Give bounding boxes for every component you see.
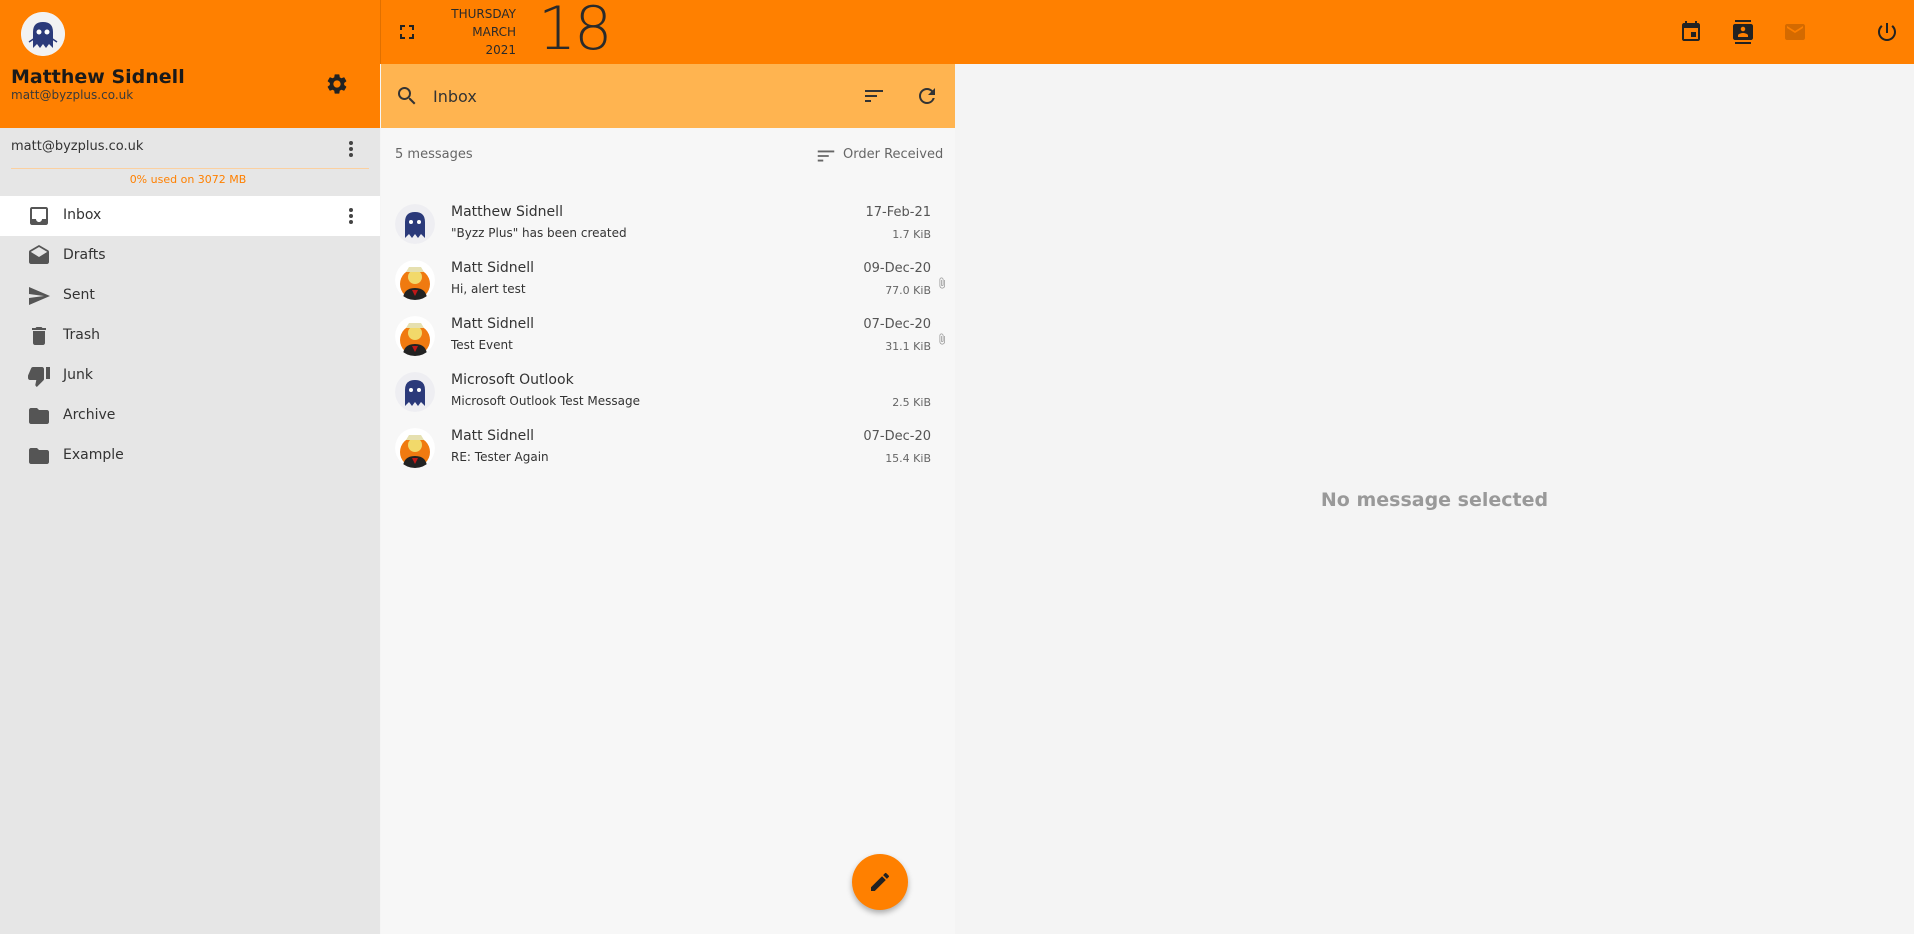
message-size: 15.4 KiB (885, 452, 931, 465)
account-email: matt@byzplus.co.uk (11, 88, 134, 102)
calendar-icon[interactable] (1679, 20, 1703, 44)
account-name: Matthew Sidnell (11, 66, 185, 88)
folder-icon (27, 444, 51, 468)
sidebar-item-drafts[interactable]: Drafts (0, 236, 380, 276)
message-date: 09-Dec-20 (863, 261, 931, 276)
contacts-icon[interactable] (1731, 20, 1755, 44)
thumb-down-icon (27, 364, 51, 388)
message-subject: Hi, alert test (451, 282, 526, 296)
quota-divider (11, 168, 369, 169)
message-subject: Microsoft Outlook Test Message (451, 394, 640, 408)
search-icon[interactable] (395, 84, 419, 108)
attachment-icon (936, 333, 948, 345)
sidebar-item-label: Sent (63, 287, 95, 303)
date-month: MARCH (472, 25, 516, 39)
date-text: THURSDAY MARCH 2021 (430, 5, 516, 59)
message-row[interactable]: Matt Sidnell RE: Tester Again 07-Dec-20 … (381, 422, 955, 478)
sidebar-item-label: Drafts (63, 247, 106, 263)
folder-more-icon[interactable] (339, 204, 363, 228)
avatar (395, 372, 435, 412)
sidebar-item-label: Example (63, 447, 124, 463)
message-sender: Matt Sidnell (451, 428, 535, 444)
avatar (395, 204, 435, 244)
message-date: 07-Dec-20 (863, 429, 931, 444)
top-divider (380, 0, 381, 64)
inbox-icon (27, 204, 51, 228)
date-weekday: THURSDAY (451, 7, 516, 21)
sidebar-item-trash[interactable]: Trash (0, 316, 380, 356)
message-row[interactable]: Matt Sidnell Hi, alert test 09-Dec-20 77… (381, 254, 955, 310)
message-sender: Microsoft Outlook (451, 372, 574, 388)
folder-icon (27, 404, 51, 428)
send-icon (27, 284, 51, 308)
sort-icon[interactable] (862, 84, 886, 108)
message-sender: Matt Sidnell (451, 316, 535, 332)
account-more-icon[interactable] (339, 137, 363, 161)
message-size: 77.0 KiB (885, 284, 931, 297)
top-bar (0, 0, 1914, 64)
sidebar-item-label: Inbox (63, 207, 102, 223)
message-row[interactable]: Matthew Sidnell "Byzz Plus" has been cre… (381, 198, 955, 254)
sidebar-item-junk[interactable]: Junk (0, 356, 380, 396)
avatar (395, 260, 435, 300)
message-sender: Matthew Sidnell (451, 204, 563, 220)
refresh-icon[interactable] (915, 84, 939, 108)
message-subject: "Byzz Plus" has been created (451, 226, 627, 240)
order-sort-label: Order Received (843, 147, 944, 162)
mail-icon[interactable] (1783, 20, 1807, 44)
message-count: 5 messages (395, 147, 473, 162)
date-day: 18 (538, 0, 612, 64)
message-date: 07-Dec-20 (863, 317, 931, 332)
sort-icon (815, 145, 837, 167)
avatar (395, 428, 435, 468)
message-size: 31.1 KiB (885, 340, 931, 353)
date-year: 2021 (485, 43, 516, 57)
attachment-icon (936, 277, 948, 289)
compose-button[interactable] (852, 854, 908, 910)
trash-icon (27, 324, 51, 348)
quota-text: 0% used on 3072 MB (129, 173, 247, 186)
message-sender: Matt Sidnell (451, 260, 535, 276)
message-size: 2.5 KiB (892, 396, 931, 409)
message-list-pane (381, 64, 955, 934)
sidebar-account-label: matt@byzplus.co.uk (11, 139, 144, 154)
sidebar-item-label: Junk (63, 367, 93, 383)
sidebar-item-sent[interactable]: Sent (0, 276, 380, 316)
sidebar-item-archive[interactable]: Archive (0, 396, 380, 436)
message-date: 17-Feb-21 (865, 205, 931, 220)
message-subject: RE: Tester Again (451, 450, 549, 464)
no-message-selected: No message selected (1320, 489, 1549, 511)
message-subject: Test Event (451, 338, 513, 352)
pencil-icon (871, 872, 890, 891)
search-input[interactable] (433, 82, 833, 110)
sidebar-item-label: Archive (63, 407, 116, 423)
drafts-icon (27, 244, 51, 268)
gear-icon[interactable] (325, 72, 349, 96)
message-row[interactable]: Microsoft Outlook Microsoft Outlook Test… (381, 366, 955, 422)
power-icon[interactable] (1875, 20, 1899, 44)
order-sort-button[interactable]: Order Received (815, 145, 944, 167)
avatar (395, 316, 435, 356)
sidebar-item-example[interactable]: Example (0, 436, 380, 476)
app-logo (21, 12, 65, 56)
message-row[interactable]: Matt Sidnell Test Event 07-Dec-20 31.1 K… (381, 310, 955, 366)
message-size: 1.7 KiB (892, 228, 931, 241)
sidebar-item-inbox[interactable]: Inbox (0, 196, 380, 236)
fullscreen-icon[interactable] (395, 20, 419, 44)
sidebar-item-label: Trash (63, 327, 100, 343)
